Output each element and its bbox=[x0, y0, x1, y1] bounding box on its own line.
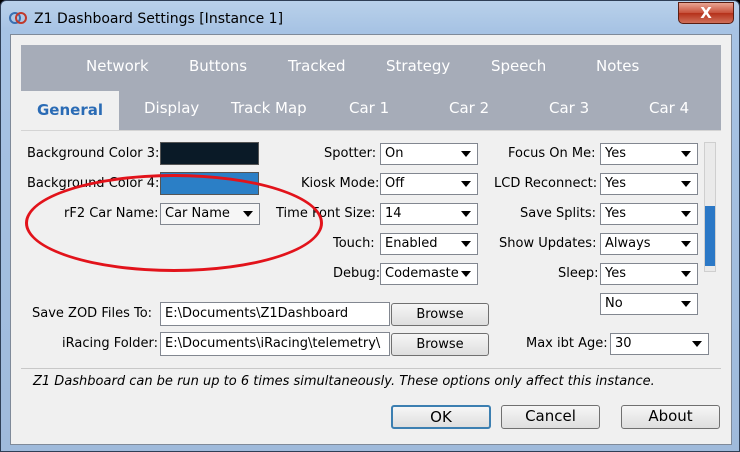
kiosk-mode-value: Off bbox=[385, 176, 405, 191]
max-ibt-age-label: Max ibt Age: bbox=[526, 336, 608, 351]
scrollbar-thumb[interactable] bbox=[705, 206, 715, 266]
sleep-select[interactable]: Yes bbox=[600, 263, 698, 285]
kiosk-mode-select[interactable]: Off bbox=[380, 173, 478, 195]
about-button[interactable]: About bbox=[621, 405, 720, 429]
chevron-down-icon bbox=[461, 151, 471, 157]
chevron-down-icon bbox=[681, 241, 691, 247]
tab-car-2[interactable]: Car 2 bbox=[449, 99, 489, 117]
spotter-select[interactable]: On bbox=[380, 143, 478, 165]
tab-row-2: Display Track Map Car 1 Car 2 Car 3 Car … bbox=[21, 86, 721, 130]
tab-notes[interactable]: Notes bbox=[596, 57, 639, 75]
cancel-button[interactable]: Cancel bbox=[501, 405, 600, 429]
zod-files-input[interactable]: E:\Documents\Z1Dashboard bbox=[160, 302, 390, 326]
save-splits-select[interactable]: Yes bbox=[600, 203, 698, 225]
kiosk-mode-label: Kiosk Mode: bbox=[301, 176, 380, 191]
red-annotation-ellipse bbox=[25, 174, 323, 272]
sleep-label: Sleep: bbox=[558, 266, 599, 281]
chevron-down-icon bbox=[692, 341, 702, 347]
chevron-down-icon bbox=[681, 211, 691, 217]
show-updates-value: Always bbox=[605, 236, 651, 251]
show-updates-label: Show Updates: bbox=[499, 236, 597, 251]
iracing-folder-input[interactable]: E:\Documents\iRacing\telemetry\ bbox=[160, 332, 390, 356]
chevron-down-icon bbox=[461, 241, 471, 247]
tab-buttons[interactable]: Buttons bbox=[189, 57, 247, 75]
touch-select[interactable]: Enabled bbox=[380, 233, 478, 255]
iracing-browse-button[interactable]: Browse bbox=[391, 333, 489, 356]
lcd-reconnect-value: Yes bbox=[605, 176, 626, 191]
app-icon bbox=[9, 12, 27, 24]
lcd-reconnect-label: LCD Reconnect: bbox=[494, 176, 598, 191]
zod-browse-button[interactable]: Browse bbox=[391, 303, 489, 326]
iracing-folder-label: iRacing Folder: bbox=[62, 336, 159, 351]
footer-separator bbox=[21, 368, 721, 369]
show-updates-select[interactable]: Always bbox=[600, 233, 698, 255]
tab-car-3[interactable]: Car 3 bbox=[549, 99, 589, 117]
focus-on-me-value: Yes bbox=[605, 146, 626, 161]
tab-speech[interactable]: Speech bbox=[491, 57, 546, 75]
debug-select[interactable]: Codemaste bbox=[380, 263, 478, 285]
tab-car-4[interactable]: Car 4 bbox=[649, 99, 689, 117]
tab-network[interactable]: Network bbox=[86, 57, 149, 75]
tab-general[interactable]: General bbox=[21, 91, 119, 131]
window-title: Z1 Dashboard Settings [Instance 1] bbox=[34, 11, 284, 27]
tab-strategy[interactable]: Strategy bbox=[386, 57, 450, 75]
focus-on-me-label: Focus On Me: bbox=[508, 146, 596, 161]
panel-border bbox=[21, 130, 721, 131]
chevron-down-icon bbox=[681, 151, 691, 157]
vertical-scrollbar[interactable] bbox=[704, 142, 716, 272]
bg-color-3-swatch[interactable] bbox=[160, 142, 259, 165]
extra-option-select[interactable]: No bbox=[600, 293, 698, 315]
bg-color-3-label: Background Color 3: bbox=[27, 146, 160, 161]
ok-button[interactable]: OK bbox=[391, 405, 491, 429]
spotter-label: Spotter: bbox=[324, 146, 377, 161]
zod-files-label: Save ZOD Files To: bbox=[32, 306, 153, 321]
title-bar[interactable]: Z1 Dashboard Settings [Instance 1] X bbox=[1, 1, 739, 35]
time-font-size-select[interactable]: 14 bbox=[380, 203, 478, 225]
debug-value: Codemaste bbox=[385, 266, 459, 281]
save-splits-value: Yes bbox=[605, 206, 626, 221]
time-font-size-value: 14 bbox=[385, 206, 402, 221]
chevron-down-icon bbox=[681, 181, 691, 187]
settings-window: Z1 Dashboard Settings [Instance 1] X Net… bbox=[0, 0, 740, 452]
sleep-value: Yes bbox=[605, 266, 626, 281]
tab-tracked[interactable]: Tracked bbox=[288, 57, 345, 75]
focus-on-me-select[interactable]: Yes bbox=[600, 143, 698, 165]
chevron-down-icon bbox=[461, 181, 471, 187]
lcd-reconnect-select[interactable]: Yes bbox=[600, 173, 698, 195]
chevron-down-icon bbox=[461, 211, 471, 217]
max-ibt-age-select[interactable]: 30 bbox=[610, 333, 709, 355]
close-button[interactable]: X bbox=[678, 2, 734, 24]
tab-car-1[interactable]: Car 1 bbox=[349, 99, 389, 117]
debug-label: Debug: bbox=[333, 266, 381, 281]
extra-option-value: No bbox=[605, 296, 623, 311]
tab-row-1: Network Buttons Tracked Strategy Speech … bbox=[21, 45, 721, 86]
instance-note: Z1 Dashboard can be run up to 6 times si… bbox=[33, 374, 655, 389]
save-splits-label: Save Splits: bbox=[520, 206, 597, 221]
chevron-down-icon bbox=[681, 271, 691, 277]
touch-value: Enabled bbox=[385, 236, 438, 251]
tab-track-map[interactable]: Track Map bbox=[231, 99, 307, 117]
chevron-down-icon bbox=[681, 301, 691, 307]
spotter-value: On bbox=[385, 146, 404, 161]
touch-label: Touch: bbox=[333, 236, 375, 251]
tab-display[interactable]: Display bbox=[144, 99, 199, 117]
client-area: Network Buttons Tracked Strategy Speech … bbox=[10, 34, 732, 445]
chevron-down-icon bbox=[461, 271, 471, 277]
close-icon: X bbox=[700, 4, 712, 22]
max-ibt-age-value: 30 bbox=[615, 336, 632, 351]
